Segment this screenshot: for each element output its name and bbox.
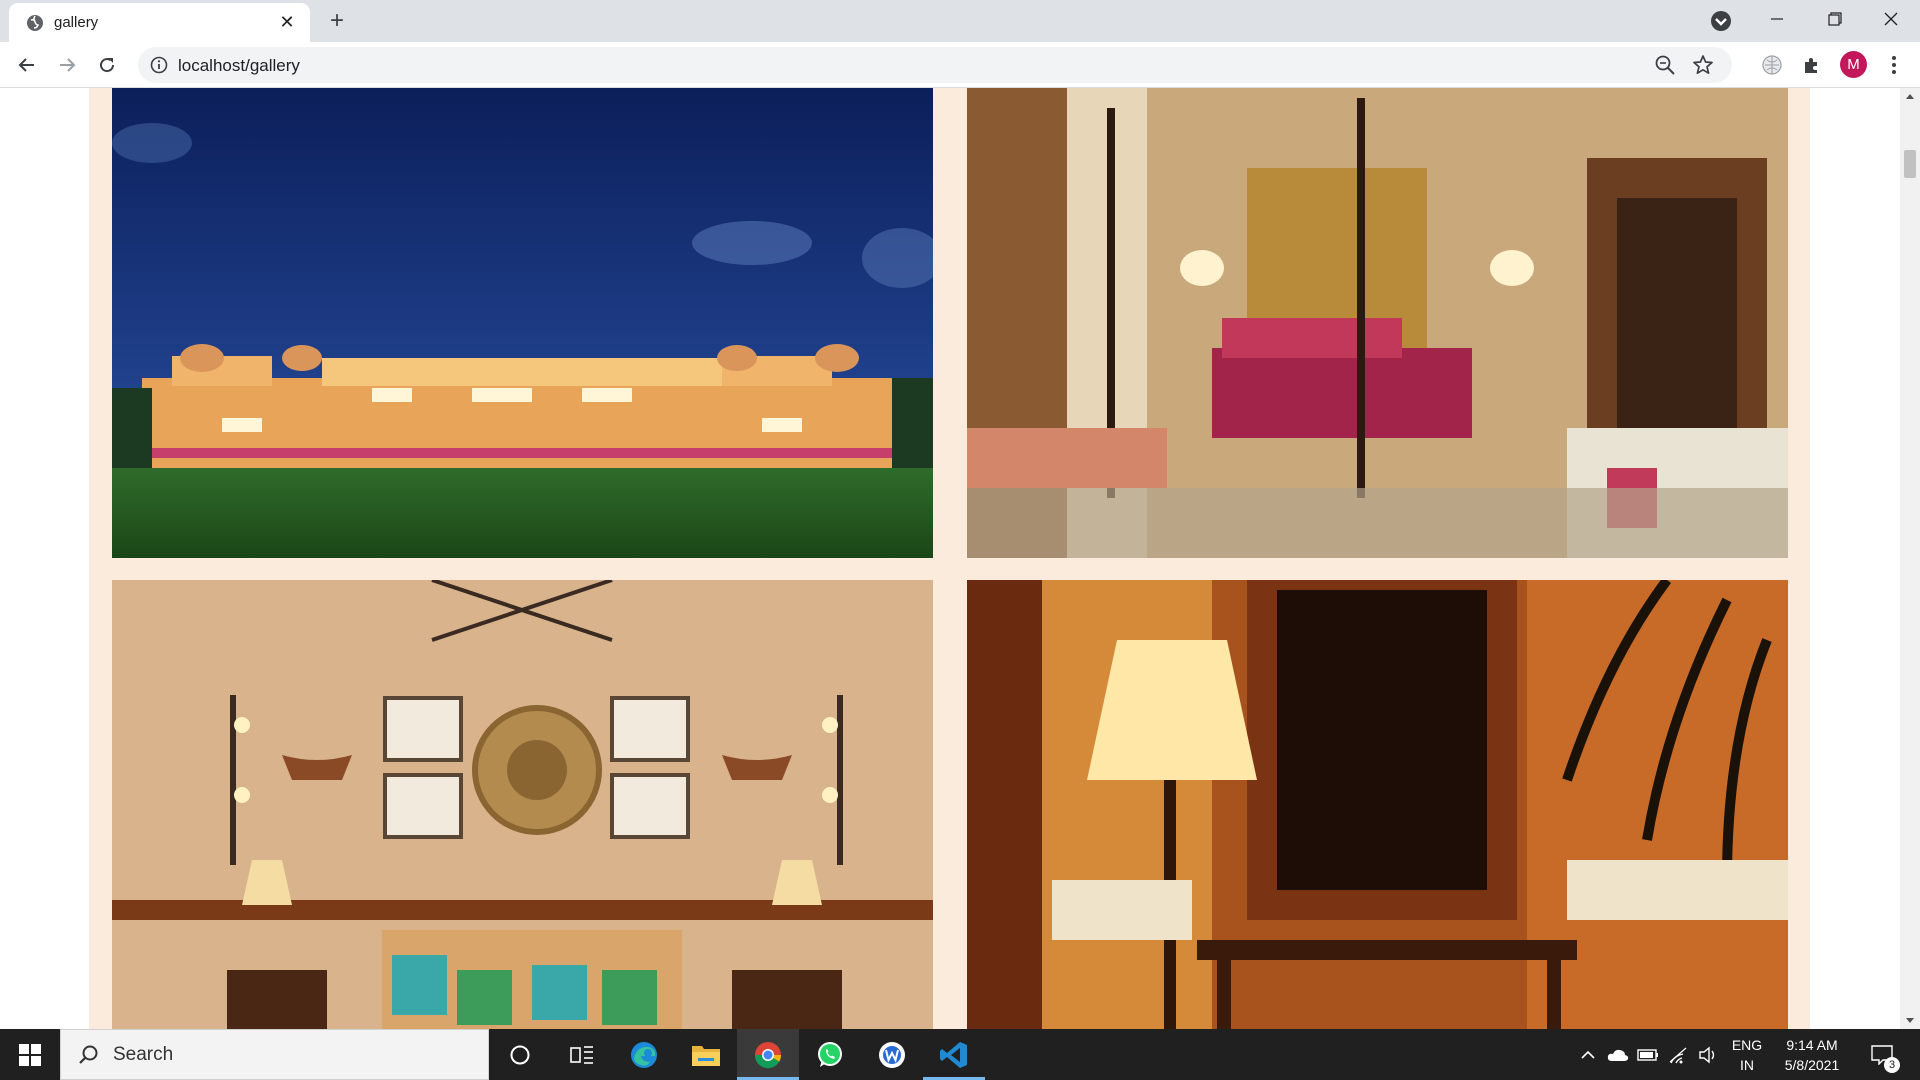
task-view-icon <box>570 1045 593 1064</box>
gallery-image-palace[interactable] <box>112 88 933 558</box>
tray-overflow-button[interactable] <box>1576 1029 1600 1080</box>
taskbar-search-box[interactable]: Search <box>60 1029 489 1080</box>
folder-icon <box>692 1045 720 1066</box>
speaker-icon <box>1699 1046 1715 1063</box>
language-region: IN <box>1740 1056 1754 1073</box>
bookmark-star-icon[interactable] <box>1692 54 1714 76</box>
search-placeholder: Search <box>113 1043 174 1065</box>
scroll-up-arrow-icon[interactable] <box>1900 88 1920 104</box>
chrome-menu-button[interactable] <box>1880 51 1908 79</box>
tray-wifi[interactable] <box>1664 1029 1692 1080</box>
tray-clock[interactable]: 9:14 AM 5/8/2021 <box>1772 1029 1852 1080</box>
tray-onedrive[interactable] <box>1604 1029 1632 1080</box>
mirror-console-image <box>967 580 1788 1029</box>
edge-icon <box>631 1041 657 1068</box>
action-center-button[interactable]: 3 <box>1862 1029 1902 1080</box>
tray-language[interactable]: ENG IN <box>1728 1029 1766 1080</box>
battery-icon <box>1637 1048 1658 1061</box>
gallery-container <box>89 88 1810 1029</box>
taskbar-app-w[interactable] <box>861 1029 923 1080</box>
taskbar-file-explorer[interactable] <box>675 1029 737 1080</box>
tab-search-icon[interactable] <box>1710 10 1732 32</box>
chrome-icon <box>754 1041 782 1068</box>
cloud-icon <box>1607 1049 1629 1061</box>
restore-icon <box>1828 12 1842 26</box>
tab-close-icon[interactable]: ✕ <box>276 12 298 34</box>
back-button[interactable] <box>13 51 41 79</box>
globe-icon <box>27 14 43 31</box>
forward-arrow-icon <box>60 58 76 72</box>
palace-night-image <box>112 88 933 558</box>
url-text[interactable]: localhost/gallery <box>178 56 300 76</box>
extension-button[interactable] <box>1758 51 1786 79</box>
browser-tab[interactable]: gallery ✕ <box>9 3 310 42</box>
notification-count-badge: 3 <box>1884 1057 1900 1073</box>
puzzle-icon <box>1805 58 1817 73</box>
minimize-icon <box>1771 18 1783 20</box>
scroll-down-arrow-icon[interactable] <box>1900 1013 1920 1029</box>
back-arrow-icon <box>18 58 34 72</box>
restore-button[interactable] <box>1806 0 1864 38</box>
reload-button[interactable] <box>93 51 121 79</box>
gallery-image-console[interactable] <box>967 580 1788 1029</box>
zoom-icon[interactable] <box>1654 54 1676 76</box>
windows-logo-icon <box>19 1043 41 1066</box>
tab-title: gallery <box>54 14 99 31</box>
whatsapp-icon <box>818 1041 842 1067</box>
wifi-icon <box>1669 1047 1687 1063</box>
reload-icon <box>100 58 115 73</box>
gallery-image-bedroom[interactable] <box>967 88 1788 558</box>
kebab-menu-icon <box>1892 56 1896 74</box>
profile-avatar[interactable]: M <box>1840 51 1867 78</box>
new-tab-button[interactable]: + <box>323 8 351 36</box>
minimize-button[interactable] <box>1748 0 1806 38</box>
bedroom-image <box>967 88 1788 558</box>
clock-time: 9:14 AM <box>1786 1036 1838 1053</box>
start-button[interactable] <box>0 1029 60 1080</box>
extensions-menu-button[interactable] <box>1798 51 1826 79</box>
browser-tabstrip: gallery ✕ + <box>0 0 1920 42</box>
scroll-thumb[interactable] <box>1904 150 1916 178</box>
lounge-image <box>112 580 933 1029</box>
browser-toolbar: localhost/gallery <box>0 42 1920 88</box>
tray-battery[interactable] <box>1634 1029 1662 1080</box>
taskbar-cortana[interactable] <box>489 1029 551 1080</box>
cortana-circle-icon <box>510 1045 530 1064</box>
tray-volume[interactable] <box>1694 1029 1722 1080</box>
gallery-image-lounge[interactable] <box>112 580 933 1029</box>
chevron-up-icon <box>1581 1050 1595 1059</box>
address-bar[interactable]: localhost/gallery <box>138 47 1732 83</box>
clock-date: 5/8/2021 <box>1784 1056 1840 1073</box>
page-scrollbar[interactable] <box>1900 88 1920 1029</box>
close-icon <box>1884 12 1898 26</box>
vscode-icon <box>940 1041 967 1068</box>
taskbar-task-view[interactable] <box>551 1029 613 1080</box>
taskbar-vscode[interactable] <box>923 1029 985 1080</box>
page-viewport <box>0 88 1900 1029</box>
language-code: ENG <box>1731 1036 1763 1053</box>
search-icon <box>79 1045 98 1064</box>
taskbar-whatsapp[interactable] <box>799 1029 861 1080</box>
windows-taskbar: Search ENG IN 9:14 AM 5/8/2021 3 <box>0 1029 1920 1080</box>
close-window-button[interactable] <box>1862 0 1920 38</box>
info-icon[interactable] <box>150 56 168 74</box>
forward-button[interactable] <box>53 51 81 79</box>
taskbar-chrome[interactable] <box>737 1029 799 1080</box>
app-w-icon <box>879 1041 905 1068</box>
extension-globe-icon <box>1762 55 1782 75</box>
taskbar-edge[interactable] <box>613 1029 675 1080</box>
